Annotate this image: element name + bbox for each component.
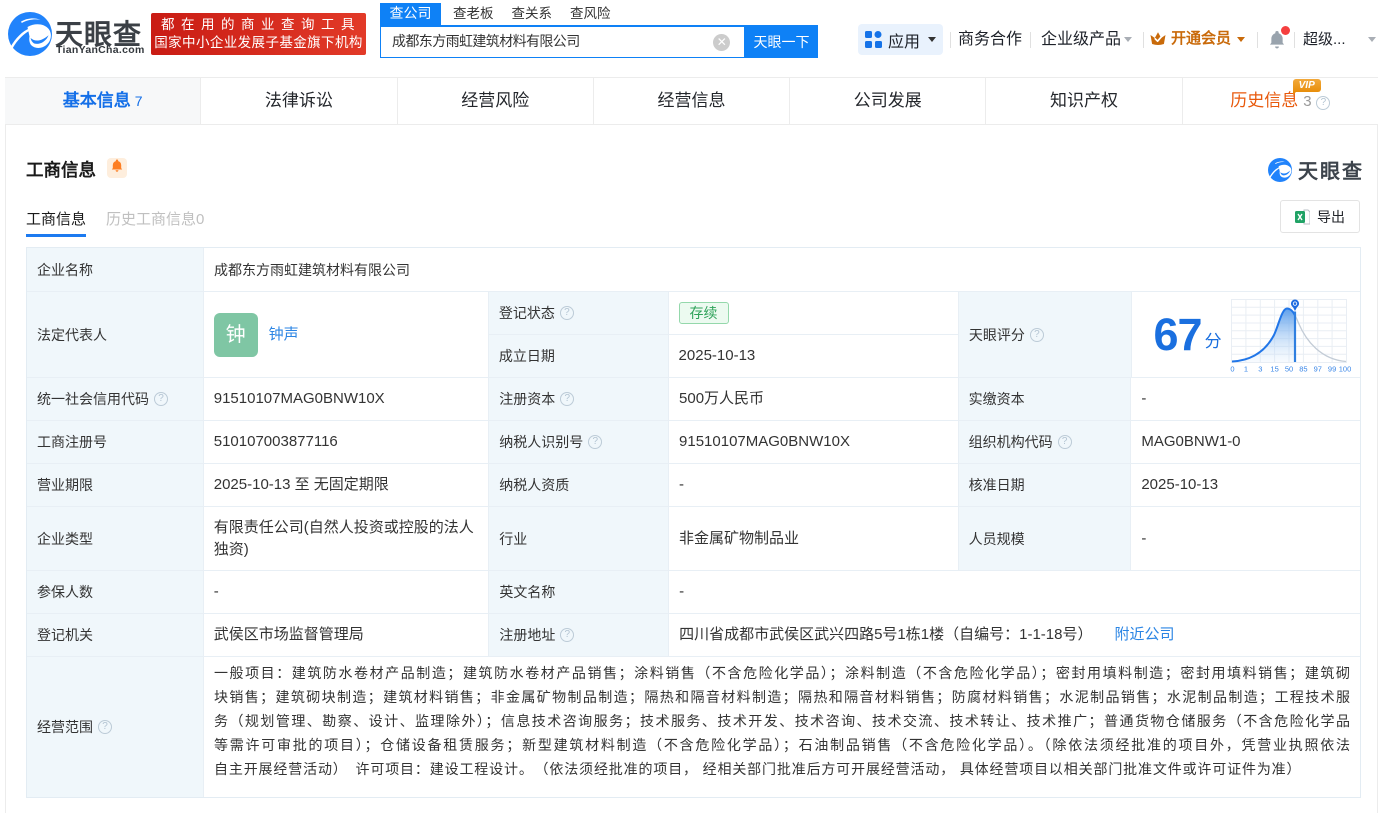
svg-text:50: 50 bbox=[1284, 365, 1292, 374]
svg-text:1: 1 bbox=[1243, 365, 1247, 374]
svg-text:97: 97 bbox=[1313, 365, 1321, 374]
svg-text:3: 3 bbox=[1258, 365, 1262, 374]
svg-text:85: 85 bbox=[1299, 365, 1307, 374]
svg-text:99: 99 bbox=[1327, 365, 1335, 374]
svg-text:15: 15 bbox=[1270, 365, 1278, 374]
svg-text:100: 100 bbox=[1338, 365, 1351, 374]
svg-text:0: 0 bbox=[1230, 365, 1234, 374]
